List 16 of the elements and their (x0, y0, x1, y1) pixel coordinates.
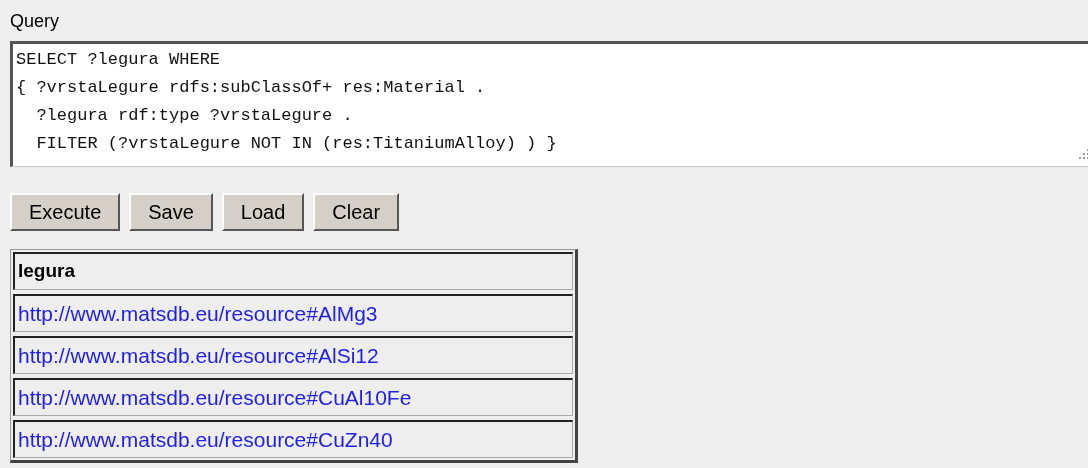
action-button[interactable]: Execute (10, 193, 121, 231)
query-label: Query (10, 10, 61, 32)
result-link[interactable]: http://www.matsdb.eu/resource#CuAl10Fe (13, 378, 573, 416)
action-button[interactable]: Load (221, 193, 305, 231)
action-button[interactable]: Clear (313, 193, 400, 231)
result-link[interactable]: http://www.matsdb.eu/resource#AlSi12 (13, 336, 573, 374)
result-link[interactable]: http://www.matsdb.eu/resource#CuZn40 (13, 420, 573, 458)
action-button[interactable]: Save (129, 193, 213, 231)
column-header: legura (13, 252, 573, 290)
resize-grip-icon[interactable] (1078, 148, 1088, 160)
query-line: ?legura rdf:type ?vrstaLegure . (35, 105, 353, 127)
result-link[interactable]: http://www.matsdb.eu/resource#AlMg3 (13, 294, 573, 332)
query-line: { ?vrstaLegure rdfs:subClassOf+ res:Material . (16, 77, 486, 99)
query-field[interactable]: SELECT ?legura WHERE { ?vrstaLegure rdfs:subClassOf+ res:Material . ?legura rdf:type ?vrstaLegure . FILTER (?vrstaLegure NOT IN (res:TitaniumAlloy) ) } (10, 41, 1088, 167)
query-line: FILTER (?vrstaLegure NOT IN (res:TitaniumAlloy) ) } (35, 133, 557, 155)
query-line: SELECT ?legura WHERE (16, 49, 221, 71)
